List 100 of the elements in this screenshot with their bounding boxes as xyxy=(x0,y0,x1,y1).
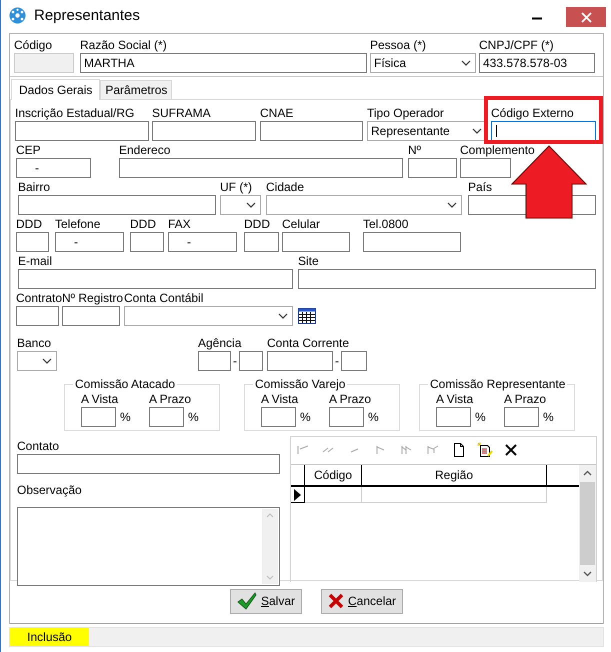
chevron-icon xyxy=(246,202,256,208)
text-field[interactable] xyxy=(363,232,461,252)
field-label: País xyxy=(468,179,492,195)
text-field[interactable] xyxy=(62,306,120,326)
field-label: Razão Social (*) xyxy=(80,37,167,53)
text-field[interactable] xyxy=(18,269,293,289)
text-field[interactable] xyxy=(282,232,350,252)
save-button[interactable]: Salvar xyxy=(230,588,302,614)
check-icon xyxy=(236,592,257,610)
field-label: Contrato xyxy=(16,290,62,306)
text-field[interactable] xyxy=(298,269,596,289)
field-label: CNPJ/CPF (*) xyxy=(479,37,554,53)
tab[interactable]: Dados Gerais xyxy=(11,79,100,100)
text-field[interactable] xyxy=(329,407,364,427)
field-label: Conta Corrente xyxy=(267,335,350,351)
dropdown[interactable]: Física xyxy=(370,53,476,73)
close-icon xyxy=(580,12,592,22)
field-label: Conta Contábil xyxy=(124,290,204,306)
group-title: Comissão Representante xyxy=(429,377,566,391)
scroll-down-icon xyxy=(266,575,274,580)
unit-label: % xyxy=(120,410,131,424)
text-field[interactable] xyxy=(18,195,216,215)
text-field[interactable]: MARTHA xyxy=(80,53,367,73)
field-label: Bairro xyxy=(18,179,50,195)
calendar-icon[interactable] xyxy=(298,308,316,324)
text-field[interactable] xyxy=(119,158,403,178)
scroll-down-icon xyxy=(583,571,592,577)
field-label: Telefone xyxy=(55,216,100,232)
row-indicator[interactable] xyxy=(291,487,305,503)
field-label: E-mail xyxy=(18,253,52,269)
text-field[interactable]: 433.578.578-03 xyxy=(479,53,595,73)
dropdown[interactable] xyxy=(17,351,57,371)
text-field[interactable] xyxy=(149,407,184,427)
field-label: A Vista xyxy=(436,391,474,407)
unit-label: % xyxy=(368,410,379,424)
unit-label: % xyxy=(475,410,486,424)
field-label: DDD xyxy=(244,216,270,232)
edit-icon[interactable] xyxy=(477,442,493,458)
close-button[interactable] xyxy=(566,7,606,27)
field-label: A Vista xyxy=(81,391,118,407)
text-field[interactable] xyxy=(260,121,363,141)
text-field[interactable] xyxy=(81,407,116,427)
table-cell[interactable] xyxy=(305,487,362,503)
separator-text: - xyxy=(334,354,340,368)
text-field[interactable] xyxy=(408,158,457,178)
field-label: DDD xyxy=(16,216,42,232)
text-field[interactable] xyxy=(341,351,367,371)
text-area[interactable] xyxy=(17,507,280,586)
text-field[interactable]: - xyxy=(16,158,91,178)
table-cell[interactable] xyxy=(362,487,547,503)
dropdown[interactable] xyxy=(124,306,293,326)
text-field[interactable] xyxy=(436,407,471,427)
text-field[interactable] xyxy=(17,454,280,474)
field-label: Pessoa (*) xyxy=(370,37,426,53)
text-field[interactable] xyxy=(198,351,231,371)
field-label: Tel.0800 xyxy=(363,216,408,232)
field-label: FAX xyxy=(168,216,191,232)
text-field[interactable]: - xyxy=(168,232,237,252)
field-label: A Prazo xyxy=(504,391,546,407)
field-label: Código Externo xyxy=(491,105,574,121)
scroll-up-icon xyxy=(583,470,592,476)
text-field[interactable] xyxy=(504,407,539,427)
tab[interactable]: Parâmetros xyxy=(100,80,172,99)
field-label: A Vista xyxy=(261,391,298,407)
text-field[interactable] xyxy=(491,121,596,141)
field-label: Complemento xyxy=(460,142,535,158)
text-cursor xyxy=(496,125,497,137)
text-field[interactable]: - xyxy=(55,232,124,252)
unit-label: % xyxy=(543,410,554,424)
window-title: Representantes xyxy=(34,6,140,24)
text-field[interactable] xyxy=(239,351,263,371)
text-field[interactable] xyxy=(130,232,164,252)
column-header[interactable]: Região xyxy=(362,465,547,485)
field-label: Contato xyxy=(17,438,60,454)
delete-icon[interactable] xyxy=(503,442,519,458)
text-field[interactable] xyxy=(267,351,333,371)
dropdown[interactable] xyxy=(266,195,462,215)
text-field[interactable] xyxy=(152,121,256,141)
text-field[interactable] xyxy=(16,232,49,252)
field-label: CEP xyxy=(16,142,41,158)
text-field[interactable] xyxy=(15,121,149,141)
cancel-button[interactable]: Cancelar xyxy=(321,588,404,614)
insert-icon[interactable] xyxy=(451,442,467,458)
text-field[interactable] xyxy=(261,407,296,427)
field-label: Cidade xyxy=(266,179,304,195)
dropdown[interactable] xyxy=(220,195,261,215)
separator-text: - xyxy=(232,354,238,368)
field-label: Agência xyxy=(198,335,242,351)
field-label: Site xyxy=(298,253,319,269)
app-icon xyxy=(9,7,26,24)
text-field[interactable] xyxy=(244,232,279,252)
text-field[interactable] xyxy=(16,306,59,326)
dropdown[interactable]: Representante xyxy=(367,121,487,141)
scrollbar[interactable] xyxy=(262,509,278,584)
unit-label: % xyxy=(188,410,199,424)
scrollbar[interactable] xyxy=(579,465,596,582)
text-field[interactable] xyxy=(460,158,511,178)
field-label: UF (*) xyxy=(220,179,252,195)
column-header[interactable]: Código xyxy=(305,465,362,485)
scroll-up-icon xyxy=(266,513,274,518)
